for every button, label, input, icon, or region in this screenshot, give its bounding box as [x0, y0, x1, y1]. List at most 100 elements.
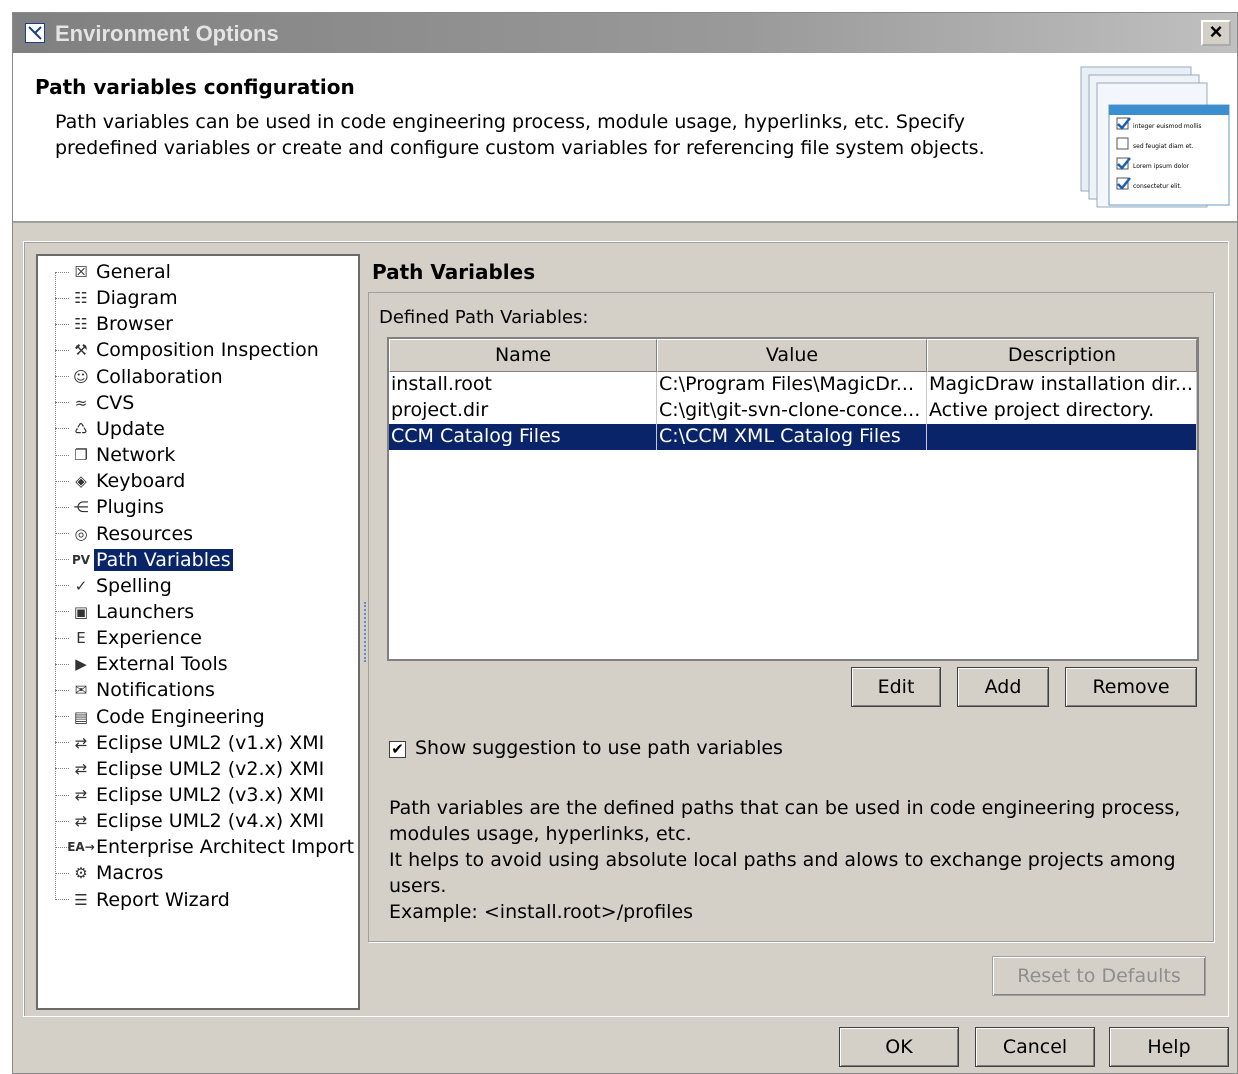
tree-item[interactable]: EA→ Enterprise Architect Import	[55, 834, 356, 860]
tree-connector	[55, 349, 69, 351]
tree-connector	[55, 297, 69, 299]
window-title: Environment Options	[55, 21, 279, 46]
network-icon: ❐	[74, 446, 88, 465]
tree-connector	[55, 742, 69, 744]
xmi-icon: ⇄	[74, 759, 88, 778]
tree-connector	[55, 637, 69, 639]
column-header-value[interactable]: Value	[657, 339, 927, 372]
tree-item[interactable]: ⇄ Eclipse UML2 (v1.x) XMI	[55, 730, 326, 756]
table-row[interactable]: install.root C:\Program Files\MagicDr... M…	[389, 372, 1197, 398]
tree-item[interactable]: ☷ Browser	[55, 311, 175, 337]
tree-item[interactable]: ✓ Spelling	[55, 573, 174, 599]
path-variables-table[interactable]: Name Value Description install.root C:\Pr…	[387, 337, 1199, 661]
external-tools-icon: ▶	[75, 655, 87, 674]
tree-item[interactable]: ☺ Collaboration	[55, 364, 225, 390]
tree-item[interactable]: ⚙ Macros	[55, 860, 165, 886]
tree-item[interactable]: ☰ Report Wizard	[55, 887, 232, 913]
illustration-text: Lorem ipsum dolor	[1133, 163, 1190, 170]
cell-value: C:\git\git-svn-clone-conce...	[657, 398, 927, 424]
tree-connector	[55, 663, 69, 665]
options-tree[interactable]: ☒ General ☷ Diagram ☷ Browser ⚒ Composition Ins…	[36, 254, 360, 1010]
info-line: users.	[389, 875, 447, 897]
path-variables-icon: PV	[71, 552, 91, 567]
splitter-handle[interactable]	[364, 602, 366, 662]
cancel-button[interactable]: Cancel	[975, 1027, 1095, 1067]
cell-description	[927, 424, 1197, 450]
illustration-text: sed feugiat diam et.	[1133, 143, 1194, 150]
tree-connector	[55, 872, 69, 874]
ea-import-icon: EA→	[67, 840, 95, 855]
tree-item-label: Update	[96, 417, 165, 440]
tree-item[interactable]: ⇄ Eclipse UML2 (v3.x) XMI	[55, 782, 326, 808]
tree-item[interactable]: ▣ Launchers	[55, 599, 196, 625]
illustration-checkbox	[1116, 137, 1129, 150]
spelling-icon: ✓	[74, 576, 88, 595]
cell-name: install.root	[389, 372, 657, 398]
tree-item-label: Path Variables	[94, 548, 233, 571]
keyboard-icon: ◈	[75, 472, 87, 491]
tree-item[interactable]: ⚒ Composition Inspection	[55, 337, 321, 363]
tree-item[interactable]: ⇄ Eclipse UML2 (v2.x) XMI	[55, 756, 326, 782]
info-line: modules usage, hyperlinks, etc.	[389, 823, 692, 845]
add-button[interactable]: Add	[957, 667, 1049, 707]
table-row[interactable]: CCM Catalog Files C:\CCM XML Catalog File…	[389, 424, 1197, 450]
help-button[interactable]: Help	[1109, 1027, 1229, 1067]
show-suggestion-label[interactable]: Show suggestion to use path variables	[415, 737, 783, 759]
cell-value: C:\CCM XML Catalog Files	[657, 424, 927, 450]
tree-item-label: Enterprise Architect Import	[96, 836, 355, 859]
tree-connector	[55, 323, 69, 325]
tree-item[interactable]: ❐ Network	[55, 442, 177, 468]
tree-connector	[55, 820, 69, 822]
tree-connector	[55, 585, 69, 587]
tree-connector	[55, 899, 69, 901]
tree-item[interactable]: ▤ Code Engineering	[55, 704, 267, 730]
tree-item-label: Spelling	[96, 574, 172, 597]
tree-item[interactable]: PV Path Variables	[55, 547, 233, 573]
tree-item-label: Collaboration	[96, 365, 223, 388]
tree-item-label: Eclipse UML2 (v1.x) XMI	[96, 731, 325, 754]
tree-connector	[55, 376, 69, 378]
remove-button[interactable]: Remove	[1065, 667, 1197, 707]
tree-item[interactable]: ⇄ Eclipse UML2 (v4.x) XMI	[55, 808, 326, 834]
tree-item[interactable]: ≈ CVS	[55, 390, 136, 416]
show-suggestion-checkbox[interactable]: ✔	[389, 741, 406, 758]
plugins-icon: ⋲	[73, 498, 89, 517]
header-panel: Path variables configuration Path variab…	[13, 53, 1237, 223]
tree-item[interactable]: ◈ Keyboard	[55, 468, 187, 494]
composition-inspection-icon: ⚒	[74, 341, 88, 360]
notifications-icon: ✉	[74, 681, 88, 700]
column-header-description[interactable]: Description	[927, 339, 1197, 372]
collaboration-icon: ☺	[73, 367, 89, 386]
options-illustration-icon: integer euismod mollis sed feugiat diam e…	[1080, 66, 1230, 208]
cell-description: Active project directory.	[927, 398, 1197, 424]
cell-name: CCM Catalog Files	[389, 424, 657, 450]
tree-item-label: Resources	[96, 522, 194, 545]
report-wizard-icon: ☰	[74, 890, 88, 909]
tree-item[interactable]: ✉ Notifications	[55, 677, 217, 703]
ok-button[interactable]: OK	[839, 1027, 959, 1067]
tree-item[interactable]: ♺ Update	[55, 416, 167, 442]
reset-to-defaults-button[interactable]: Reset to Defaults	[992, 956, 1206, 996]
column-header-name[interactable]: Name	[389, 339, 657, 372]
table-row[interactable]: project.dir C:\git\git-svn-clone-conce...…	[389, 398, 1197, 424]
cvs-icon: ≈	[74, 393, 88, 412]
content-panel: ☒ General ☷ Diagram ☷ Browser ⚒ Composition Ins…	[23, 241, 1229, 1017]
close-button[interactable]: ×	[1201, 20, 1231, 46]
tree-connector	[55, 533, 69, 534]
tree-item[interactable]: ☒ General	[55, 259, 173, 285]
tree-item[interactable]: E Experience	[55, 625, 204, 651]
tree-item-label: Eclipse UML2 (v2.x) XMI	[96, 757, 325, 780]
tree-item[interactable]: ☷ Diagram	[55, 285, 180, 311]
tree-connector	[55, 402, 69, 404]
tree-connector	[55, 611, 69, 613]
tree-connector	[55, 689, 69, 691]
tree-item[interactable]: ⋲ Plugins	[55, 494, 166, 520]
tree-item[interactable]: ◎ Resources	[55, 521, 195, 547]
title-bar[interactable]: Environment Options ×	[13, 13, 1237, 53]
tree-item[interactable]: ▶ External Tools	[55, 651, 230, 677]
tree-connector	[55, 794, 69, 796]
edit-button[interactable]: Edit	[851, 667, 941, 707]
general-icon: ☒	[74, 263, 88, 281]
tree-connector	[55, 454, 69, 456]
macros-icon: ⚙	[74, 864, 88, 883]
